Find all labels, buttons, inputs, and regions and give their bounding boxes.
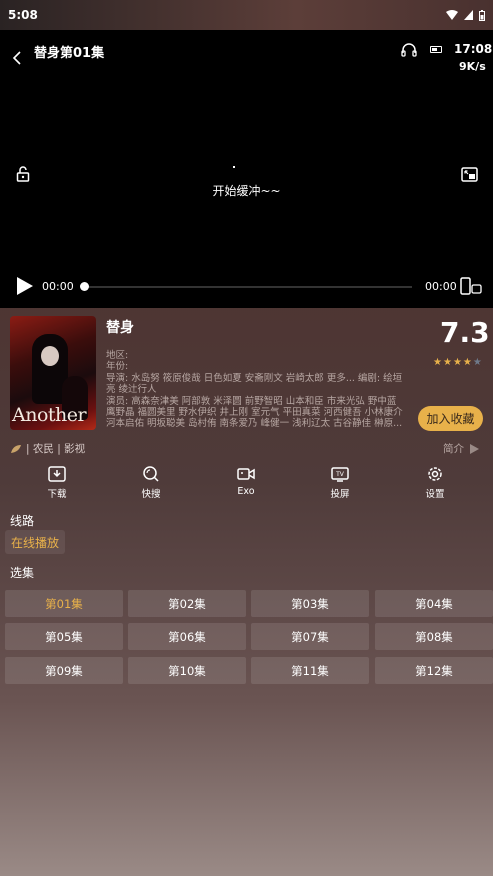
show-title: 替身	[106, 320, 134, 336]
quick-search-label: 快搜	[141, 489, 161, 500]
download-label: 下载	[47, 489, 67, 500]
episode-button[interactable]: 第06集	[128, 623, 246, 650]
player-title: 替身第01集	[34, 46, 105, 61]
status-time: 5:08	[8, 8, 38, 22]
cast-line-1: 演员: 高森奈津美 阿部敦 米泽圆 前野智昭 山本和臣 市来光弘 野中蓝	[106, 396, 397, 407]
region: 地区:	[106, 350, 129, 361]
wifi-icon	[446, 10, 458, 20]
poster-logo: Another	[12, 404, 87, 426]
episode-button[interactable]: 第08集	[375, 623, 493, 650]
pip-icon[interactable]	[461, 167, 478, 182]
episode-button[interactable]: 第11集	[251, 657, 369, 684]
tags-text: | 农民 | 影视	[26, 443, 86, 455]
back-arrow-icon[interactable]	[10, 48, 24, 68]
loading-dot	[233, 166, 235, 168]
play-triangle-icon	[470, 443, 479, 454]
play-icon[interactable]	[16, 276, 34, 296]
status-bar: 5:08	[0, 0, 493, 30]
signal-icon	[464, 10, 473, 20]
search-icon	[143, 466, 159, 482]
episodes-heading: 选集	[10, 566, 35, 580]
cast-screen-button[interactable]: TV 投屏	[310, 466, 370, 500]
poster-face	[41, 346, 59, 366]
episode-button[interactable]: 第12集	[375, 657, 493, 684]
tv-icon: TV	[331, 467, 349, 482]
seek-bar[interactable]	[84, 286, 412, 288]
add-favorite-button[interactable]: 加入收藏	[418, 406, 483, 431]
quick-search-button[interactable]: 快搜	[121, 466, 181, 500]
star-icon: ★	[442, 357, 452, 368]
download-button[interactable]: 下载	[27, 466, 87, 500]
director-line: 导演: 水岛努 筱原俊哉 日色如夏 安斋刚文 岩崎太郎 更多... 编剧: 绘垣	[106, 373, 403, 384]
exo-button[interactable]: Exo	[216, 466, 276, 497]
episode-button[interactable]: 第03集	[251, 590, 369, 617]
cast-line-2: 鹰野晶 福圆美里 野水伊织 井上刚 室元气 平田真菜 河西健吾 小林康介	[106, 407, 403, 418]
svg-text:TV: TV	[335, 471, 345, 478]
score: 7.3	[440, 316, 490, 349]
gear-icon	[428, 467, 442, 481]
video-player[interactable]: 替身第01集 17:08 9K/s 开始缓冲~~ 00:00 00:00	[0, 30, 493, 308]
star-empty-icon: ★	[472, 357, 482, 368]
episode-button[interactable]: 第07集	[251, 623, 369, 650]
current-time: 00:00	[42, 280, 74, 293]
exo-label: Exo	[237, 486, 255, 497]
director-line-2: 亮 绫辻行人	[106, 384, 157, 395]
year: 年份:	[106, 361, 129, 372]
episode-button[interactable]: 第01集	[5, 590, 123, 617]
status-icons	[446, 9, 485, 21]
episode-button[interactable]: 第04集	[375, 590, 493, 617]
unlock-icon[interactable]	[16, 166, 30, 182]
rating-stars: ★ ★ ★ ★ ★	[433, 357, 482, 368]
cast-line-3: 河本启佑 明坂聪美 岛村侑 南条爱乃 峰健一 浅利辽太 古谷静佳 榊原...	[106, 418, 403, 429]
camera-icon	[237, 468, 255, 480]
episode-button[interactable]: 第10集	[128, 657, 246, 684]
settings-button[interactable]: 设置	[405, 466, 465, 500]
episode-button[interactable]: 第05集	[5, 623, 123, 650]
headset-icon[interactable]	[401, 42, 417, 57]
episode-button[interactable]: 第02集	[128, 590, 246, 617]
download-icon	[48, 466, 66, 482]
intro-link[interactable]: 简介	[443, 441, 479, 456]
settings-label: 设置	[425, 489, 445, 500]
route-heading: 线路	[10, 514, 35, 528]
tags-row: | 农民 | 影视	[10, 441, 85, 456]
star-icon: ★	[433, 357, 442, 368]
network-speed: 9K/s	[459, 60, 486, 73]
poster-image[interactable]: Another	[10, 316, 96, 430]
star-half-icon: ★	[462, 357, 472, 368]
battery-status-icon	[479, 9, 485, 21]
duration: 00:00	[425, 280, 457, 293]
buffering-text: 开始缓冲~~	[212, 184, 281, 198]
episode-button[interactable]: 第09集	[5, 657, 123, 684]
player-clock: 17:08	[454, 42, 493, 56]
source-online-play[interactable]: 在线播放	[5, 530, 65, 554]
star-icon: ★	[452, 357, 462, 368]
leaf-icon	[11, 444, 21, 453]
intro-label: 简介	[443, 443, 464, 455]
seek-knob[interactable]	[80, 282, 89, 291]
player-battery-icon	[430, 46, 442, 53]
rotate-screen-icon[interactable]	[460, 277, 482, 295]
cast-screen-label: 投屏	[330, 489, 350, 500]
